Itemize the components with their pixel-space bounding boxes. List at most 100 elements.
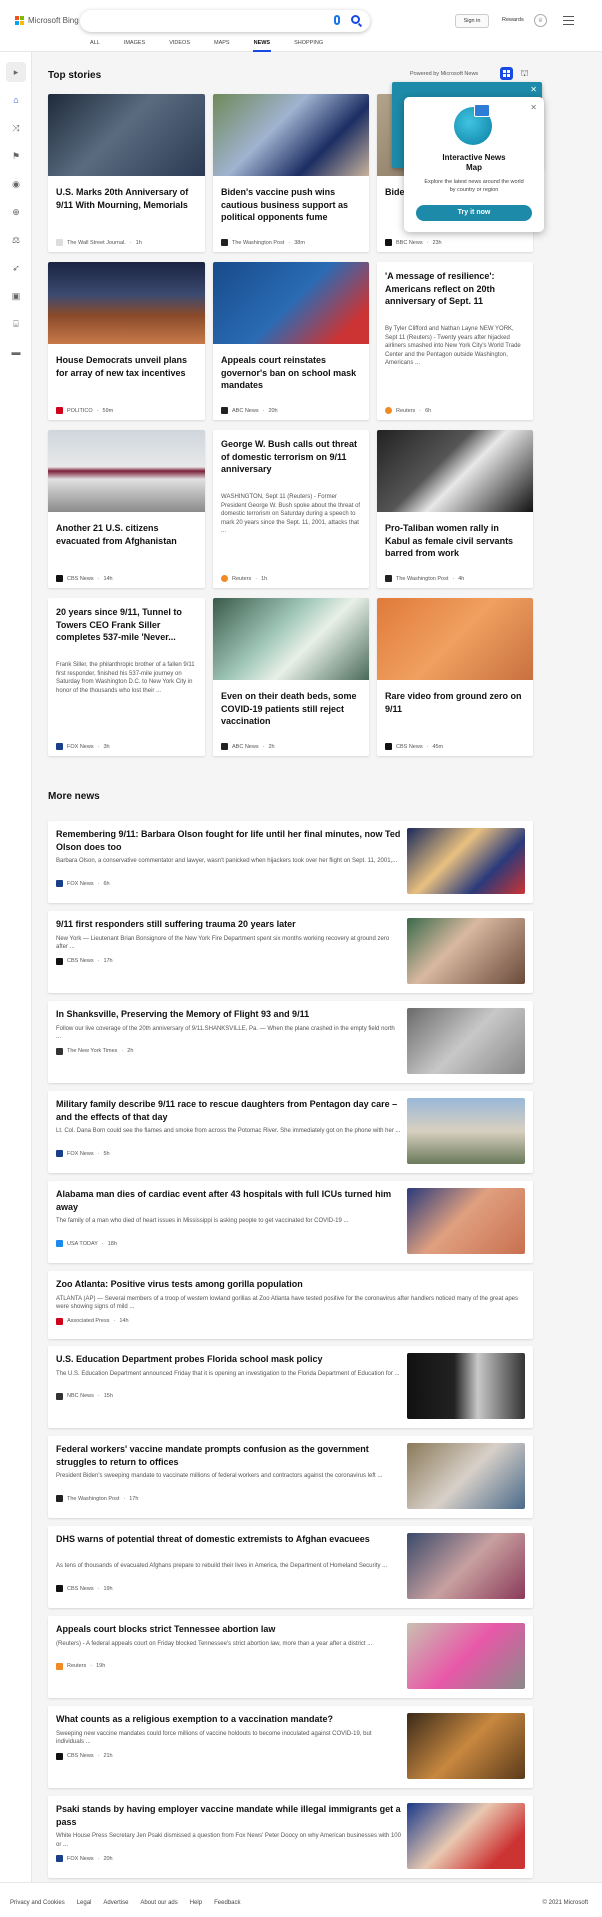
home-icon[interactable]: ⌂ — [10, 94, 22, 106]
news-age: 19h — [96, 1663, 106, 1669]
bank-icon[interactable]: ⌸ — [10, 318, 22, 330]
news-title[interactable]: 9/11 first responders still suffering tr… — [56, 918, 401, 931]
news-title[interactable]: What counts as a religious exemption to … — [56, 1713, 401, 1726]
search-icon[interactable] — [351, 15, 360, 24]
story-title[interactable]: Even on their death beds, some COVID-19 … — [221, 690, 361, 728]
source-name: CBS News — [67, 958, 94, 964]
try-it-now-button[interactable]: Try it now — [416, 205, 532, 221]
news-title[interactable]: Alabama man dies of cardiac event after … — [56, 1188, 401, 1213]
news-thumbnail[interactable] — [407, 1713, 525, 1779]
news-thumbnail[interactable] — [407, 918, 525, 984]
story-title[interactable]: Appeals court reinstates governor's ban … — [221, 354, 361, 392]
film-icon[interactable]: ▣ — [10, 290, 22, 302]
story-card[interactable]: 'A message of resilience': Americans ref… — [377, 262, 533, 420]
more-news-item[interactable]: Psaki stands by having employer vaccine … — [48, 1796, 533, 1878]
footer-link[interactable]: About our ads — [140, 1900, 177, 1906]
story-card[interactable]: 20 years since 9/11, Tunnel to Towers CE… — [48, 598, 205, 756]
story-title[interactable]: 20 years since 9/11, Tunnel to Towers CE… — [56, 606, 197, 644]
story-card[interactable]: House Democrats unveil plans for array o… — [48, 262, 205, 420]
news-title[interactable]: DHS warns of potential threat of domesti… — [56, 1533, 401, 1546]
story-card[interactable]: Biden's vaccine push wins cautious busin… — [213, 94, 369, 252]
card-icon[interactable]: ▬ — [10, 346, 22, 358]
news-thumbnail[interactable] — [407, 1623, 525, 1689]
story-card[interactable]: Pro-Taliban women rally in Kabul as fema… — [377, 430, 533, 588]
scales-icon[interactable]: ⚖ — [10, 234, 22, 246]
story-title[interactable]: Another 21 U.S. citizens evacuated from … — [56, 522, 197, 547]
rocket-icon[interactable]: ➶ — [10, 262, 22, 274]
more-news-item[interactable]: 9/11 first responders still suffering tr… — [48, 911, 533, 993]
more-news-item[interactable]: Remembering 9/11: Barbara Olson fought f… — [48, 821, 533, 903]
news-title[interactable]: Psaki stands by having employer vaccine … — [56, 1803, 401, 1828]
news-thumbnail[interactable] — [407, 1098, 525, 1164]
story-title[interactable]: Rare video from ground zero on 9/11 — [385, 690, 525, 715]
news-thumbnail[interactable] — [407, 1008, 525, 1074]
news-thumbnail[interactable] — [407, 828, 525, 894]
news-snippet: The U.S. Education Department announced … — [56, 1370, 400, 1377]
bing-logo[interactable]: Microsoft Bing — [15, 16, 79, 25]
news-title[interactable]: In Shanksville, Preserving the Memory of… — [56, 1008, 401, 1021]
more-news-item[interactable]: U.S. Education Department probes Florida… — [48, 1346, 533, 1428]
sign-in-button[interactable]: Sign in — [455, 14, 489, 28]
story-title[interactable]: 'A message of resilience': Americans ref… — [385, 270, 525, 308]
tab-images[interactable]: IMAGES — [124, 40, 145, 52]
news-title[interactable]: Appeals court blocks strict Tennessee ab… — [56, 1623, 401, 1636]
more-news-item[interactable]: Alabama man dies of cardiac event after … — [48, 1181, 533, 1263]
tab-shopping[interactable]: SHOPPING — [294, 40, 323, 52]
trending-icon[interactable]: ⤨ — [10, 122, 22, 134]
story-card[interactable]: Appeals court reinstates governor's ban … — [213, 262, 369, 420]
grid-view-icon[interactable] — [500, 67, 513, 80]
news-title[interactable]: Military family describe 9/11 race to re… — [56, 1098, 401, 1123]
expand-rail-icon[interactable]: ▸ — [6, 62, 26, 82]
footer-link[interactable]: Legal — [77, 1900, 92, 1906]
tab-all[interactable]: ALL — [90, 40, 100, 52]
source-logo-icon — [56, 880, 63, 887]
map-view-icon[interactable]: ⛫ — [518, 67, 531, 80]
news-snippet: Lt. Col. Dana Born could see the flames … — [56, 1128, 401, 1134]
news-thumbnail[interactable] — [407, 1533, 525, 1599]
footer-link[interactable]: Advertise — [103, 1900, 128, 1906]
news-title[interactable]: Zoo Atlanta: Positive virus tests among … — [56, 1278, 524, 1291]
news-thumbnail[interactable] — [407, 1443, 525, 1509]
tab-news[interactable]: NEWS — [252, 40, 271, 52]
story-card[interactable]: George W. Bush calls out threat of domes… — [213, 430, 369, 588]
more-news-item[interactable]: DHS warns of potential threat of domesti… — [48, 1526, 533, 1608]
hamburger-menu-icon[interactable] — [563, 16, 574, 25]
story-title[interactable]: Biden's vaccine push wins cautious busin… — [221, 186, 361, 224]
news-title[interactable]: Remembering 9/11: Barbara Olson fought f… — [56, 828, 401, 853]
news-thumbnail[interactable] — [407, 1803, 525, 1869]
search-input[interactable] — [80, 10, 370, 32]
story-title[interactable]: George W. Bush calls out threat of domes… — [221, 438, 361, 476]
footer-link[interactable]: Privacy and Cookies — [10, 1900, 65, 1906]
close-icon[interactable]: ✕ — [530, 103, 537, 112]
news-source: FOX News · 6h — [56, 880, 110, 887]
close-icon[interactable]: ✕ — [530, 85, 537, 94]
more-news-item[interactable]: Appeals court blocks strict Tennessee ab… — [48, 1616, 533, 1698]
more-news-item[interactable]: Zoo Atlanta: Positive virus tests among … — [48, 1271, 533, 1339]
story-title[interactable]: U.S. Marks 20th Anniversary of 9/11 With… — [56, 186, 197, 211]
tab-videos[interactable]: VIDEOS — [169, 40, 190, 52]
more-news-item[interactable]: Military family describe 9/11 race to re… — [48, 1091, 533, 1173]
news-title[interactable]: Federal workers' vaccine mandate prompts… — [56, 1443, 401, 1468]
more-news-item[interactable]: Federal workers' vaccine mandate prompts… — [48, 1436, 533, 1518]
location-pin-icon[interactable]: ◉ — [10, 178, 22, 190]
story-card[interactable]: Rare video from ground zero on 9/11 CBS … — [377, 598, 533, 756]
news-thumbnail[interactable] — [407, 1353, 525, 1419]
rewards-trophy-icon[interactable]: ♕ — [534, 14, 547, 27]
news-title[interactable]: U.S. Education Department probes Florida… — [56, 1353, 401, 1366]
rewards-link[interactable]: Rewards — [502, 17, 524, 23]
tab-maps[interactable]: MAPS — [214, 40, 230, 52]
story-card[interactable]: U.S. Marks 20th Anniversary of 9/11 With… — [48, 94, 205, 252]
story-title[interactable]: Pro-Taliban women rally in Kabul as fema… — [385, 522, 525, 560]
reuters-logo-icon — [385, 407, 392, 414]
microphone-icon[interactable] — [334, 15, 340, 25]
flag-icon[interactable]: ⚑ — [10, 150, 22, 162]
story-card[interactable]: Even on their death beds, some COVID-19 … — [213, 598, 369, 756]
footer-link[interactable]: Help — [190, 1900, 202, 1906]
news-thumbnail[interactable] — [407, 1188, 525, 1254]
more-news-item[interactable]: What counts as a religious exemption to … — [48, 1706, 533, 1788]
more-news-item[interactable]: In Shanksville, Preserving the Memory of… — [48, 1001, 533, 1083]
footer-link[interactable]: Feedback — [214, 1900, 240, 1906]
globe-icon[interactable]: ⊕ — [10, 206, 22, 218]
story-card[interactable]: Another 21 U.S. citizens evacuated from … — [48, 430, 205, 588]
story-title[interactable]: House Democrats unveil plans for array o… — [56, 354, 197, 379]
